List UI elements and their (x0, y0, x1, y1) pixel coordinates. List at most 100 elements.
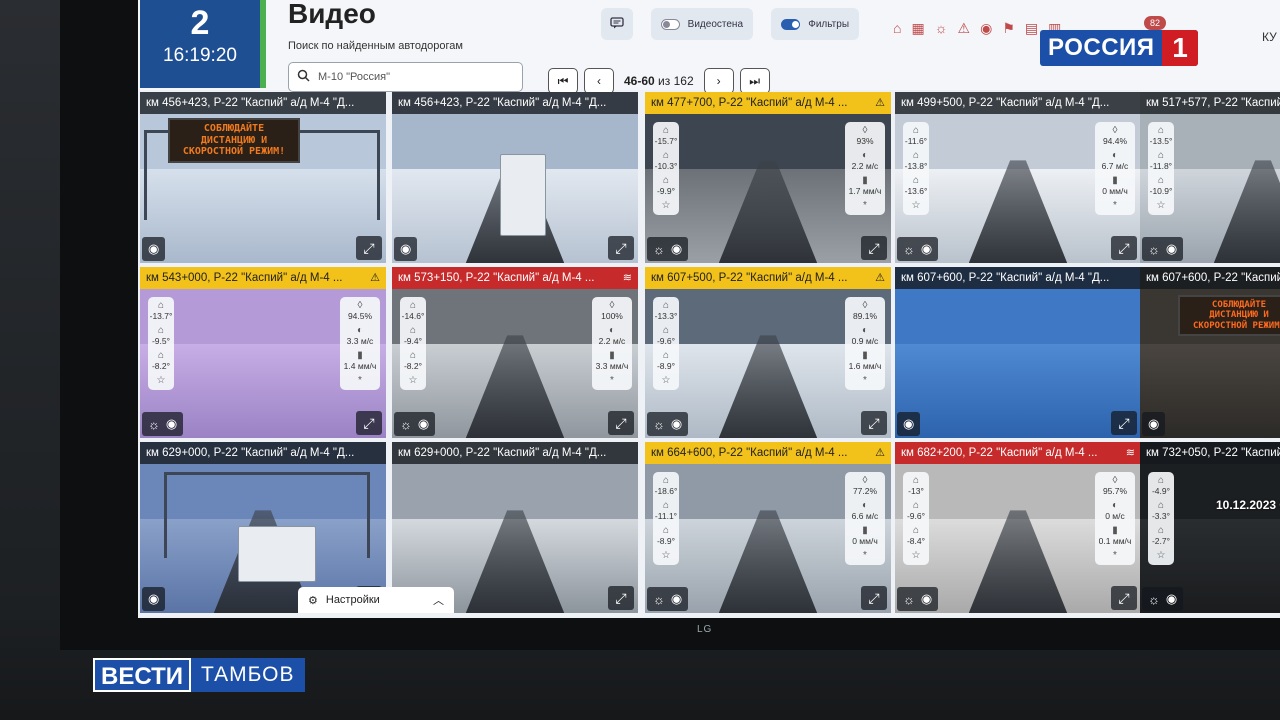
weather-icon[interactable]: ☼ (1148, 242, 1160, 257)
filters-switch[interactable] (781, 18, 801, 30)
road-temp-icon: ⌂ (1157, 150, 1165, 161)
camera-nav-icon[interactable]: ◉ (980, 20, 992, 37)
weather-icon[interactable]: ☼ (653, 592, 665, 607)
camera-tile[interactable]: км 607+600, Р-22 "Каспий" а/д М-4 "Д... С… (1140, 267, 1280, 438)
camera-caption[interactable]: км 456+423, Р-22 "Каспий" а/д М-4 "Д... (392, 92, 638, 114)
camera-caption[interactable]: км 607+600, Р-22 "Каспий" а/д М-4 "Д... (895, 267, 1141, 289)
camera-icon[interactable]: ◉ (166, 416, 177, 432)
videowall-switch[interactable] (661, 18, 680, 30)
expand-icon[interactable]: ⤢ (608, 586, 634, 610)
camera-icon[interactable]: ◉ (921, 591, 932, 607)
camera-icon[interactable]: ◉ (671, 416, 682, 432)
book-icon[interactable]: ▤ (1025, 20, 1038, 37)
camera-icon[interactable]: ◉ (1148, 416, 1159, 432)
weather-icon[interactable]: ☼ (1148, 592, 1160, 607)
weather-icon[interactable]: ☼ (653, 417, 665, 432)
camera-caption[interactable]: км 456+423, Р-22 "Каспий" а/д М-4 "Д... (140, 92, 386, 114)
map-icon[interactable]: ▦ (911, 20, 924, 37)
camera-tile[interactable]: км 517+577, Р-22 "Каспий" а/д М-4 "Д... ⌂… (1140, 92, 1280, 263)
home-icon[interactable]: ⌂ (893, 20, 901, 37)
temp-panel: ⌂ -18.6° ⌂ -11.1° ⌂ -8.9° ☆ (653, 472, 679, 565)
camera-icon[interactable]: ◉ (148, 591, 159, 607)
camera-caption-text: км 477+700, Р-22 "Каспий" а/д М-4 ... (651, 97, 848, 109)
camera-caption[interactable]: км 664+600, Р-22 "Каспий" а/д М-4 ... ⚠ (645, 442, 891, 464)
weather-icon[interactable]: ☼ (400, 417, 412, 432)
camera-caption[interactable]: км 629+000, Р-22 "Каспий" а/д М-4 "Д... (392, 442, 638, 464)
roadwork-icon[interactable]: ⚠ (958, 20, 971, 37)
camera-caption[interactable]: км 607+600, Р-22 "Каспий" а/д М-4 "Д... (1140, 267, 1280, 289)
videowall-toggle[interactable]: Видеостена (651, 8, 753, 40)
camera-icon[interactable]: ◉ (1166, 241, 1177, 257)
flag-icon[interactable]: ⚑ (1002, 20, 1015, 37)
camera-tile[interactable]: км 477+700, Р-22 "Каспий" а/д М-4 ... ⚠ ⌂ -… (645, 92, 891, 263)
settings-button[interactable]: ⚙ Настройки ︿ (298, 587, 454, 613)
weather-row: ◊ 100% (592, 301, 632, 322)
camera-icon[interactable]: ◉ (671, 591, 682, 607)
camera-tile[interactable]: км 732+050, Р-22 "Каспий" а/д М-4 "Д... ⌂… (1140, 442, 1280, 613)
camera-caption[interactable]: км 477+700, Р-22 "Каспий" а/д М-4 ... ⚠ (645, 92, 891, 114)
weather-icon[interactable]: ☼ (935, 20, 948, 37)
weather-icon[interactable]: ☼ (653, 242, 665, 257)
camera-caption[interactable]: км 573+150, Р-22 "Каспий" а/д М-4 ... ≋ (392, 267, 638, 289)
camera-tile[interactable]: км 607+600, Р-22 "Каспий" а/д М-4 "Д... ◉… (895, 267, 1141, 438)
ground-temp-icon: ⌂ (409, 350, 417, 361)
expand-icon[interactable]: ⤢ (608, 236, 634, 260)
camera-tile[interactable]: км 543+000, Р-22 "Каспий" а/д М-4 ... ⚠ ⌂ -… (140, 267, 386, 438)
chat-button[interactable] (601, 8, 633, 40)
expand-icon[interactable]: ⤢ (1111, 586, 1137, 610)
camera-icon[interactable]: ◉ (903, 416, 914, 432)
weather-row: ▮ 1.7 мм/ч (845, 176, 885, 197)
air-temp-icon: ⌂ (409, 300, 417, 311)
camera-tile[interactable]: км 682+200, Р-22 "Каспий" а/д М-4 ... ≋ ⌂ -… (895, 442, 1141, 613)
camera-icon[interactable]: ◉ (400, 241, 411, 257)
weather-row: ◐ 3.3 м/с (340, 326, 380, 347)
expand-icon[interactable]: ⤢ (861, 411, 887, 435)
first-page-button[interactable]: ⏮ (548, 68, 578, 94)
weather-icon[interactable]: ☼ (903, 592, 915, 607)
weather-icon[interactable]: ☼ (148, 417, 160, 432)
expand-icon[interactable]: ⤢ (356, 236, 382, 260)
expand-icon[interactable]: ⤢ (1111, 411, 1137, 435)
road-temp-icon: ⌂ (409, 325, 417, 336)
prev-page-button[interactable]: ‹ (584, 68, 614, 94)
camera-icon[interactable]: ◉ (921, 241, 932, 257)
camera-caption[interactable]: км 607+500, Р-22 "Каспий" а/д М-4 ... ⚠ (645, 267, 891, 289)
weather-value: 1.6 мм/ч (848, 361, 882, 371)
pagination: ⏮ ‹ 46-60 из 162 › ⏭ (548, 68, 770, 94)
last-page-button[interactable]: ⏭ (739, 68, 770, 94)
temp-value: -9.6° (906, 511, 926, 521)
next-page-button[interactable]: › (703, 68, 734, 94)
camera-caption[interactable]: км 682+200, Р-22 "Каспий" а/д М-4 ... ≋ (895, 442, 1141, 464)
temp-value: -3.3° (1151, 511, 1171, 521)
weather-icon[interactable]: ☼ (903, 242, 915, 257)
camera-tile[interactable]: км 573+150, Р-22 "Каспий" а/д М-4 ... ≋ ⌂ -… (392, 267, 638, 438)
temp-value: -11.6° (904, 136, 928, 146)
camera-caption[interactable]: км 499+500, Р-22 "Каспий" а/д М-4 "Д... (895, 92, 1141, 114)
expand-icon[interactable]: ⤢ (356, 411, 382, 435)
expand-icon[interactable]: ⤢ (1111, 236, 1137, 260)
expand-icon[interactable]: ⤢ (608, 411, 634, 435)
camera-tile[interactable]: км 607+500, Р-22 "Каспий" а/д М-4 ... ⚠ ⌂ -… (645, 267, 891, 438)
temp-row: ⌂ -14.6° (400, 300, 426, 322)
temp-value: -8.2° (403, 361, 423, 371)
camera-caption[interactable]: км 517+577, Р-22 "Каспий" а/д М-4 "Д... (1140, 92, 1280, 114)
tile-toolbar: ◉ (142, 587, 166, 611)
camera-tile[interactable]: км 499+500, Р-22 "Каспий" а/д М-4 "Д... ⌂… (895, 92, 1141, 263)
camera-caption[interactable]: км 543+000, Р-22 "Каспий" а/д М-4 ... ⚠ (140, 267, 386, 289)
camera-tile[interactable]: км 456+423, Р-22 "Каспий" а/д М-4 "Д... С… (140, 92, 386, 263)
camera-icon[interactable]: ◉ (418, 416, 429, 432)
weather-value: 1.4 мм/ч (343, 361, 377, 371)
camera-icon[interactable]: ◉ (1166, 591, 1177, 607)
expand-icon[interactable]: ⤢ (861, 236, 887, 260)
camera-caption[interactable]: км 732+050, Р-22 "Каспий" а/д М-4 "Д... (1140, 442, 1280, 464)
camera-tile[interactable]: км 456+423, Р-22 "Каспий" а/д М-4 "Д... ◉… (392, 92, 638, 263)
search-input[interactable]: М-10 "Россия" (288, 62, 523, 92)
expand-icon[interactable]: ⤢ (861, 586, 887, 610)
tile-toolbar: ☼ ◉ (1142, 237, 1184, 261)
filters-toggle[interactable]: Фильтры (771, 8, 859, 40)
camera-caption[interactable]: км 629+000, Р-22 "Каспий" а/д М-4 "Д... (140, 442, 386, 464)
camera-icon[interactable]: ◉ (148, 241, 159, 257)
camera-icon[interactable]: ◉ (671, 241, 682, 257)
org-name[interactable]: КУ Упрд... (1262, 30, 1280, 44)
camera-tile[interactable]: км 664+600, Р-22 "Каспий" а/д М-4 ... ⚠ ⌂ -… (645, 442, 891, 613)
